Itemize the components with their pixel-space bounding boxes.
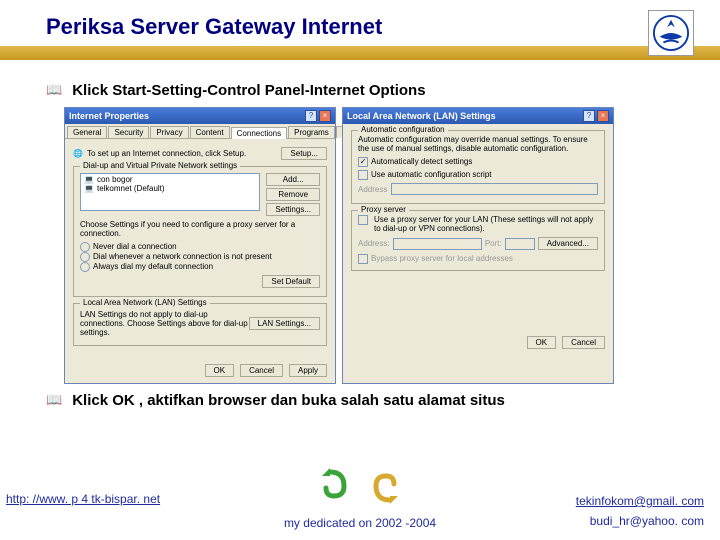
bullet-2: 📖 Klick OK , aktifkan browser dan buka s… xyxy=(46,392,700,409)
swirl-icon xyxy=(300,468,420,504)
titlebar: Local Area Network (LAN) Settings ? × xyxy=(343,108,613,124)
dialog-buttons: OK Cancel xyxy=(343,330,613,355)
tab-connections[interactable]: Connections xyxy=(231,127,287,139)
connection-1-label: con bogor xyxy=(97,175,133,184)
group-auto-legend: Automatic configuration xyxy=(358,125,448,134)
close-button[interactable]: × xyxy=(597,110,609,122)
tab-general[interactable]: General xyxy=(67,126,107,138)
radio-never[interactable]: Never dial a connection xyxy=(80,242,320,252)
auto-hint: Automatic configuration may override man… xyxy=(358,135,598,153)
globe-icon: 🌐 xyxy=(73,149,83,158)
script-address-input[interactable] xyxy=(391,183,598,195)
radio-never-label: Never dial a connection xyxy=(93,242,177,251)
bullet-1: 📖 Klick Start-Setting-Control Panel-Inte… xyxy=(46,82,700,99)
org-logo xyxy=(648,10,694,56)
footer-dedication: my dedicated on 2002 -2004 xyxy=(0,516,720,530)
help-button[interactable]: ? xyxy=(305,110,317,122)
setup-hint: To set up an Internet connection, click … xyxy=(87,149,246,158)
radio-whenever-label: Dial whenever a network connection is no… xyxy=(93,252,272,261)
cancel-button[interactable]: Cancel xyxy=(562,336,605,349)
bullet-2-text: Klick OK , aktifkan browser dan buka sal… xyxy=(72,392,505,409)
accent-bar xyxy=(0,46,720,60)
settings-button[interactable]: Settings... xyxy=(266,203,320,216)
group-proxy-legend: Proxy server xyxy=(358,205,409,214)
window-title: Local Area Network (LAN) Settings xyxy=(347,111,496,121)
chk-bypass[interactable]: Bypass proxy server for local addresses xyxy=(358,254,598,264)
tab-security[interactable]: Security xyxy=(108,126,149,138)
chk-bypass-label: Bypass proxy server for local addresses xyxy=(371,254,513,263)
chk-autodetect-label: Automatically detect settings xyxy=(371,157,472,166)
proxy-address-label: Address: xyxy=(358,239,390,248)
chk-autoscript-label: Use automatic configuration script xyxy=(371,170,492,179)
proxy-port-label: Port: xyxy=(485,239,502,248)
choose-hint: Choose Settings if you need to configure… xyxy=(80,220,320,238)
connection-icon: 💻 xyxy=(84,184,94,193)
dialog-buttons: OK Cancel Apply xyxy=(65,358,335,383)
remove-button[interactable]: Remove xyxy=(266,188,320,201)
chk-autodetect[interactable]: Automatically detect settings xyxy=(358,157,598,167)
chk-autoscript[interactable]: Use automatic configuration script xyxy=(358,170,598,180)
footer-email-1[interactable]: tekinfokom@gmail. com xyxy=(576,494,704,508)
window-internet-properties: Internet Properties ? × General Security… xyxy=(64,107,336,384)
window-title: Internet Properties xyxy=(69,111,149,121)
proxy-hint: Use a proxy server for your LAN (These s… xyxy=(374,215,598,233)
lan-hint: LAN Settings do not apply to dial-up con… xyxy=(80,310,249,337)
chk-use-proxy[interactable]: Use a proxy server for your LAN (These s… xyxy=(358,215,598,233)
close-button[interactable]: × xyxy=(319,110,331,122)
footer-url[interactable]: http: //www. p 4 tk-bispar. net xyxy=(6,492,160,506)
ok-button[interactable]: OK xyxy=(205,364,235,377)
connection-item-1[interactable]: 💻 con bogor xyxy=(82,175,258,184)
tab-programs[interactable]: Programs xyxy=(288,126,335,138)
page-title: Periksa Server Gateway Internet xyxy=(0,0,720,46)
connections-pane: 🌐 To set up an Internet connection, clic… xyxy=(65,139,335,358)
setup-button[interactable]: Setup... xyxy=(281,147,327,160)
group-dialup-legend: Dial-up and Virtual Private Network sett… xyxy=(80,161,240,170)
apply-button[interactable]: Apply xyxy=(289,364,327,377)
tab-privacy[interactable]: Privacy xyxy=(150,126,188,138)
lan-pane: Automatic configuration Automatic config… xyxy=(343,124,613,330)
book-icon: 📖 xyxy=(46,82,62,98)
connection-item-2[interactable]: 💻 telkomnet (Default) xyxy=(82,184,258,193)
proxy-address-input[interactable] xyxy=(393,238,482,250)
ok-button[interactable]: OK xyxy=(527,336,557,349)
cancel-button[interactable]: Cancel xyxy=(240,364,283,377)
lan-settings-button[interactable]: LAN Settings... xyxy=(249,317,320,330)
advanced-button[interactable]: Advanced... xyxy=(538,237,598,250)
book-icon: 📖 xyxy=(46,392,62,408)
content-area: 📖 Klick Start-Setting-Control Panel-Inte… xyxy=(0,68,720,409)
radio-always[interactable]: Always dial my default connection xyxy=(80,262,320,272)
radio-always-label: Always dial my default connection xyxy=(93,262,213,271)
titlebar: Internet Properties ? × xyxy=(65,108,335,124)
address-label: Address xyxy=(358,185,387,194)
group-lan-legend: Local Area Network (LAN) Settings xyxy=(80,298,210,307)
radio-whenever[interactable]: Dial whenever a network connection is no… xyxy=(80,252,320,262)
window-lan-settings: Local Area Network (LAN) Settings ? × Au… xyxy=(342,107,614,384)
tab-content[interactable]: Content xyxy=(190,126,230,138)
tabs: General Security Privacy Content Connect… xyxy=(65,124,335,139)
bullet-1-text: Klick Start-Setting-Control Panel-Intern… xyxy=(72,82,425,99)
screenshot-row: Internet Properties ? × General Security… xyxy=(64,107,700,384)
proxy-port-input[interactable] xyxy=(505,238,535,250)
connection-icon: 💻 xyxy=(84,175,94,184)
add-button[interactable]: Add... xyxy=(266,173,320,186)
help-button[interactable]: ? xyxy=(583,110,595,122)
connection-2-label: telkomnet (Default) xyxy=(97,184,165,193)
set-default-button[interactable]: Set Default xyxy=(262,275,320,288)
